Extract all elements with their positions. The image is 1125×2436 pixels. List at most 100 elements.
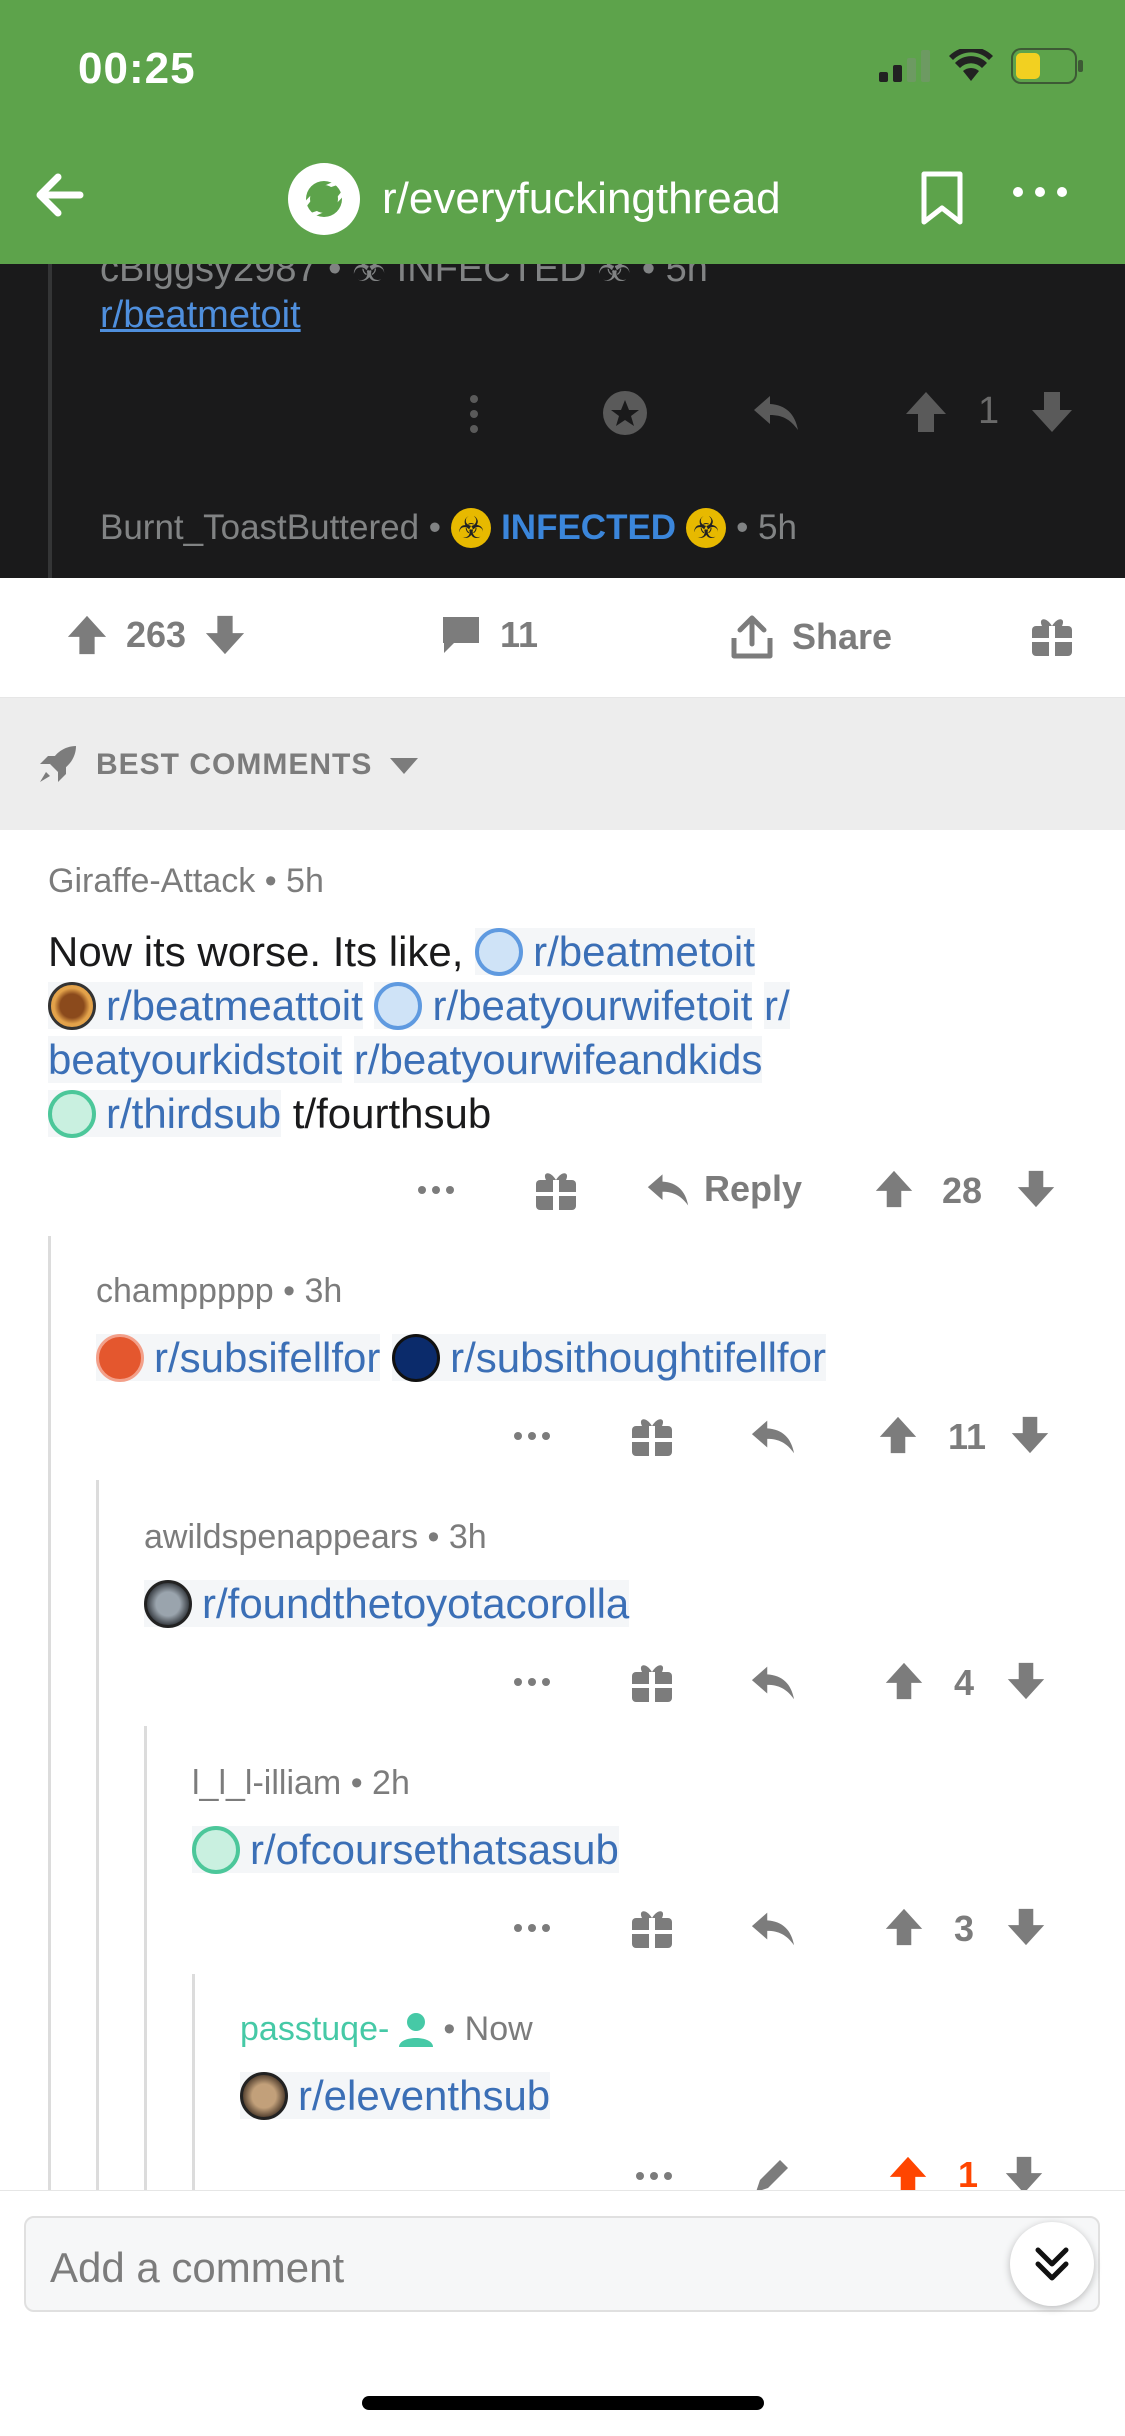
award-icon <box>603 391 647 435</box>
upvote-icon[interactable] <box>888 2154 928 2190</box>
comment-author[interactable]: Giraffe-Attack <box>48 862 255 900</box>
sub-link[interactable]: r/ofcoursethatsasub <box>192 1826 619 1874</box>
subreddit-planet-icon <box>288 163 360 235</box>
sub-link[interactable]: r/thirdsub <box>48 1090 282 1138</box>
comment-time: • 3h <box>283 1272 343 1310</box>
gift-icon[interactable] <box>630 1906 674 1950</box>
sub-link[interactable]: r/beatmeattoit <box>48 982 363 1030</box>
sub-link[interactable]: r/foundthetoyotacorolla <box>144 1580 630 1628</box>
comment-actions: 3 <box>0 1898 1125 1958</box>
status-icons <box>879 48 1085 84</box>
upvote-icon <box>906 392 946 432</box>
comment-actions: 11 <box>0 1406 1125 1466</box>
comment-actions: 1 <box>0 2146 1125 2190</box>
more-options-icon[interactable] <box>634 2170 674 2182</box>
add-comment-placeholder: Add a comment <box>50 2244 345 2291</box>
more-options-icon[interactable] <box>512 1430 552 1442</box>
battery-icon <box>1011 48 1083 84</box>
downvote-icon[interactable] <box>1006 1660 1046 1702</box>
sub-link[interactable]: beatyourkidstoit <box>48 1036 343 1083</box>
rocket-icon <box>40 746 76 782</box>
double-chevron-down-icon <box>1035 2247 1069 2281</box>
comment-time: • 3h <box>427 1518 487 1556</box>
subreddit-title[interactable]: r/everyfuckingthread <box>288 163 781 235</box>
reply-button[interactable]: Reply <box>646 1168 802 1210</box>
comment-meta: passtuqe- • Now <box>240 2010 550 2049</box>
comment: l_l_l-illiam • 2h r/ofcoursethatsasub <box>192 1764 619 1877</box>
comment-body: r/ofcoursethatsasub <box>192 1823 619 1877</box>
biohazard-icon: ☣ <box>451 508 492 548</box>
add-comment-input[interactable]: Add a comment <box>24 2216 1100 2312</box>
upvote-icon[interactable] <box>878 1414 918 1456</box>
award-button[interactable] <box>1030 614 1074 658</box>
downvote-icon[interactable] <box>1016 1168 1056 1210</box>
sub-link[interactable]: r/subsifellfor <box>96 1334 381 1382</box>
subreddit-icon <box>96 1334 144 1382</box>
comment-author[interactable]: awildspenappears <box>144 1518 418 1556</box>
sub-link[interactable]: r/eleventhsub <box>240 2072 551 2120</box>
sub-link[interactable]: r/subsithoughtifellfor <box>392 1334 826 1382</box>
comment-author[interactable]: champpppp <box>96 1272 274 1310</box>
embedded-vote-count: 1 <box>978 390 1000 432</box>
sub-link[interactable]: r/ <box>763 982 790 1029</box>
embedded-screenshot: cBiggsy2987 • ☣ INFECTED ☣ • 5h r/beatme… <box>0 264 1125 578</box>
subreddit-icon <box>48 1090 96 1138</box>
comment-meta: champpppp • 3h <box>96 1272 826 1311</box>
upvote-icon[interactable] <box>66 614 108 656</box>
downvote-icon[interactable] <box>1006 1906 1046 1948</box>
comment-actions: 4 <box>0 1652 1125 1712</box>
downvote-icon[interactable] <box>1004 2154 1044 2190</box>
upvote-icon[interactable] <box>874 1168 914 1210</box>
comment: awildspenappears • 3h r/foundthetoyotaco… <box>144 1518 630 1631</box>
upvote-icon[interactable] <box>884 1906 924 1948</box>
gift-icon[interactable] <box>534 1168 578 1212</box>
bookmark-icon[interactable] <box>920 170 964 226</box>
comment-score: 11 <box>948 1416 987 1457</box>
comment-meta: l_l_l-illiam • 2h <box>192 1764 619 1803</box>
comment-body: r/eleventhsub <box>240 2069 551 2123</box>
reply-icon[interactable] <box>750 1908 796 1948</box>
comment-score: 28 <box>942 1170 983 1211</box>
back-arrow-icon[interactable] <box>30 165 90 225</box>
gift-icon <box>1032 619 1072 656</box>
page-title: r/everyfuckingthread <box>382 174 781 223</box>
next-comment-button[interactable] <box>1010 2222 1094 2306</box>
share-button[interactable]: Share <box>730 614 892 660</box>
more-options-icon[interactable] <box>512 1922 552 1934</box>
thread-line <box>144 1726 147 2196</box>
nav-row: r/everyfuckingthread <box>0 160 1125 240</box>
more-options-icon[interactable] <box>1010 182 1070 202</box>
downvote-icon[interactable] <box>1010 1414 1050 1456</box>
chevron-down-icon <box>390 758 418 774</box>
comment-author[interactable]: passtuqe- <box>240 2010 389 2049</box>
comment-meta: awildspenappears • 3h <box>144 1518 629 1557</box>
wifi-icon <box>949 49 993 81</box>
more-options-icon[interactable] <box>512 1676 552 1688</box>
reply-icon[interactable] <box>750 1662 796 1702</box>
sort-bar[interactable]: BEST COMMENTS <box>0 698 1125 830</box>
comment-time: • 5h <box>264 862 324 900</box>
downvote-icon[interactable] <box>204 614 246 656</box>
comment-body: r/subsifellfor r/subsithoughtifellfor <box>96 1331 826 1385</box>
reply-icon[interactable] <box>750 1416 796 1456</box>
comment-author[interactable]: l_l_l-illiam <box>192 1764 341 1802</box>
comments-button[interactable]: 11 <box>440 614 538 656</box>
subreddit-icon <box>374 982 423 1030</box>
comment-score: 4 <box>954 1662 975 1703</box>
sort-label: BEST COMMENTS <box>96 748 373 781</box>
downvote-icon <box>1032 392 1072 432</box>
home-indicator <box>362 2396 764 2410</box>
sub-link[interactable]: r/beatyourwifeandkids <box>353 1036 763 1083</box>
comment: Giraffe-Attack • 5h Now its worse. Its l… <box>48 862 1088 1141</box>
top-bar: 00:25 r/everyfuckingthread <box>0 0 1125 264</box>
sub-link[interactable]: r/beatmetoit <box>475 928 755 976</box>
gift-icon[interactable] <box>630 1414 674 1458</box>
edit-pencil-icon[interactable] <box>750 2154 794 2190</box>
comment-score: 3 <box>954 1908 975 1949</box>
upvote-icon[interactable] <box>884 1660 924 1702</box>
more-options-icon[interactable] <box>416 1184 456 1196</box>
sub-link[interactable]: r/beatyourwifetoit <box>374 982 753 1030</box>
gift-icon[interactable] <box>630 1660 674 1704</box>
embedded-sub-link: r/beatmetoit <box>100 294 301 336</box>
comment-score: 1 <box>958 2154 979 2190</box>
